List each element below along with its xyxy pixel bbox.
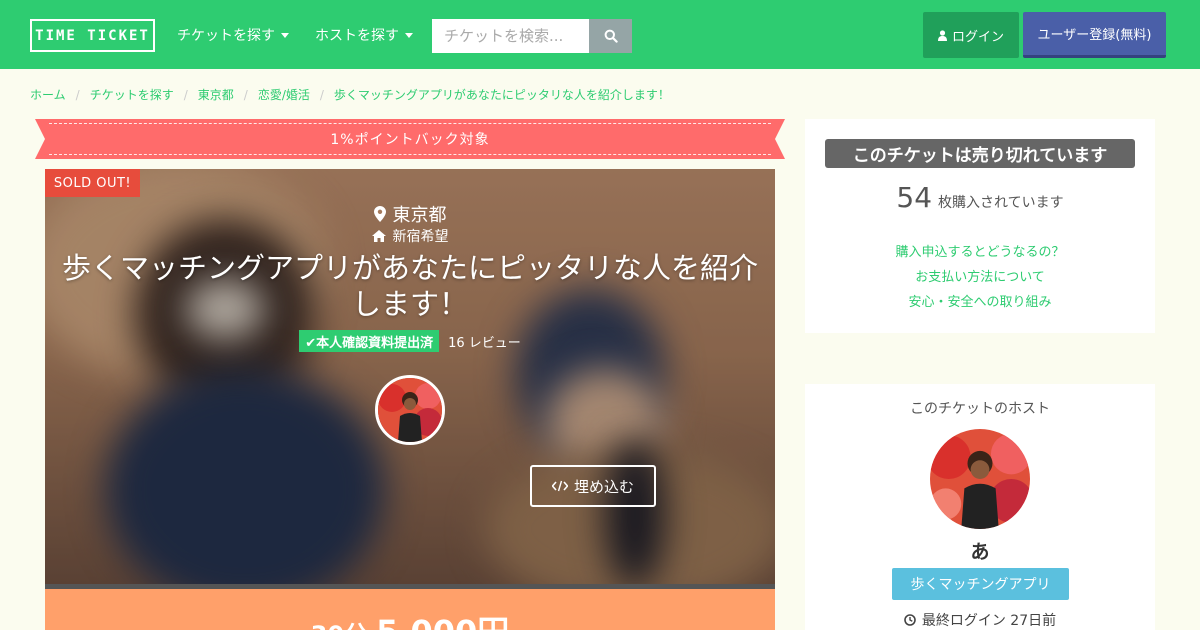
host-heading: このチケットのホスト bbox=[910, 401, 1050, 417]
site-header: TIME TICKET チケットを探す ホストを探す ログイン ユーザー登録(無… bbox=[0, 0, 1200, 69]
breadcrumb-separator: / bbox=[319, 87, 324, 102]
map-marker-icon bbox=[373, 206, 386, 222]
register-button[interactable]: ユーザー登録(無料) bbox=[1023, 12, 1166, 58]
ticket-station: 新宿希望 bbox=[45, 226, 775, 246]
embed-button[interactable]: 埋め込む bbox=[530, 465, 656, 507]
site-logo[interactable]: TIME TICKET bbox=[30, 19, 155, 52]
search-icon bbox=[604, 29, 618, 43]
breadcrumb-find-tickets[interactable]: チケットを探す bbox=[90, 86, 174, 103]
breadcrumb-tokyo[interactable]: 東京都 bbox=[198, 86, 234, 103]
host-avatar[interactable] bbox=[930, 429, 1030, 529]
breadcrumb-separator: / bbox=[183, 87, 188, 102]
caret-down-icon bbox=[405, 32, 413, 38]
search-input[interactable] bbox=[432, 19, 589, 53]
login-button[interactable]: ログイン bbox=[923, 12, 1019, 58]
purchase-card: このチケットは売り切れています 54 枚購入されています 購入申込するとどうなる… bbox=[805, 119, 1155, 333]
login-label: ログイン bbox=[951, 29, 1004, 45]
caret-down-icon bbox=[281, 32, 289, 38]
host-photo bbox=[930, 429, 1030, 529]
purchase-count-number: 54 bbox=[896, 181, 933, 214]
register-label: ユーザー登録(無料) bbox=[1037, 28, 1152, 43]
price-amount: 5,000円 bbox=[376, 613, 509, 630]
embed-label: 埋め込む bbox=[573, 477, 634, 496]
point-back-ribbon: 1%ポイントバック対象 bbox=[35, 119, 785, 159]
host-name[interactable]: あ bbox=[805, 537, 1155, 564]
code-icon bbox=[551, 480, 568, 492]
nav-find-tickets-label: チケットを探す bbox=[177, 28, 275, 44]
ticket-location: 東京都 bbox=[45, 201, 775, 227]
reviews-link[interactable]: 16 レビュー bbox=[448, 332, 521, 351]
clock-icon bbox=[904, 614, 916, 626]
host-photo bbox=[378, 378, 442, 442]
nav-find-hosts[interactable]: ホストを探す bbox=[315, 25, 413, 45]
breadcrumb-category[interactable]: 恋愛/婚活 bbox=[258, 86, 310, 103]
soldout-badge: SOLD OUT! bbox=[45, 169, 140, 197]
home-icon bbox=[371, 230, 386, 242]
host-avatar-small[interactable] bbox=[375, 375, 445, 445]
last-login: 最終ログイン 27日前 bbox=[805, 610, 1155, 630]
last-login-label: 最終ログイン 27日前 bbox=[921, 613, 1057, 629]
ticket-station-label: 新宿希望 bbox=[392, 229, 449, 245]
ticket-title: 歩くマッチングアプリがあなたにピッタリな人を紹介します！ bbox=[61, 251, 758, 321]
breadcrumb-home[interactable]: ホーム bbox=[30, 86, 66, 103]
verified-badge: ✔本人確認資料提出済 bbox=[299, 330, 440, 352]
host-tag[interactable]: 歩くマッチングアプリ bbox=[892, 568, 1069, 600]
price-duration: 30分 bbox=[311, 621, 368, 630]
purchase-count-unit: 枚購入されています bbox=[938, 195, 1064, 211]
soldout-message: このチケットは売り切れています bbox=[825, 139, 1135, 168]
breadcrumb: ホーム / チケットを探す / 東京都 / 恋愛/婚活 / 歩くマッチングアプリ… bbox=[30, 86, 670, 103]
ticket-price: 30分 5,000円 bbox=[45, 607, 775, 630]
search-button[interactable] bbox=[589, 19, 632, 53]
search-form bbox=[432, 19, 632, 53]
breadcrumb-separator: / bbox=[243, 87, 248, 102]
link-how-to-apply[interactable]: 購入申込するとどうなるの？ bbox=[805, 241, 1155, 260]
point-back-label: 1%ポイントバック対象 bbox=[330, 132, 490, 148]
nav-find-hosts-label: ホストを探す bbox=[315, 28, 399, 44]
price-band: 30分 5,000円 bbox=[45, 589, 775, 630]
ticket-location-label: 東京都 bbox=[392, 205, 447, 226]
user-icon bbox=[937, 29, 947, 41]
link-safety[interactable]: 安心・安全への取り組み bbox=[805, 291, 1155, 310]
breadcrumb-current[interactable]: 歩くマッチングアプリがあなたにピッタリな人を紹介します！ bbox=[334, 86, 670, 103]
host-card: このチケットのホスト あ 歩くマッチングアプリ 最終ログイン 27日前 bbox=[805, 384, 1155, 630]
ticket-meta: ✔本人確認資料提出済 16 レビュー bbox=[45, 330, 775, 352]
nav-find-tickets[interactable]: チケットを探す bbox=[177, 25, 289, 45]
link-payment-methods[interactable]: お支払い方法について bbox=[805, 266, 1155, 285]
purchase-count: 54 枚購入されています bbox=[805, 181, 1155, 214]
breadcrumb-separator: / bbox=[75, 87, 80, 102]
